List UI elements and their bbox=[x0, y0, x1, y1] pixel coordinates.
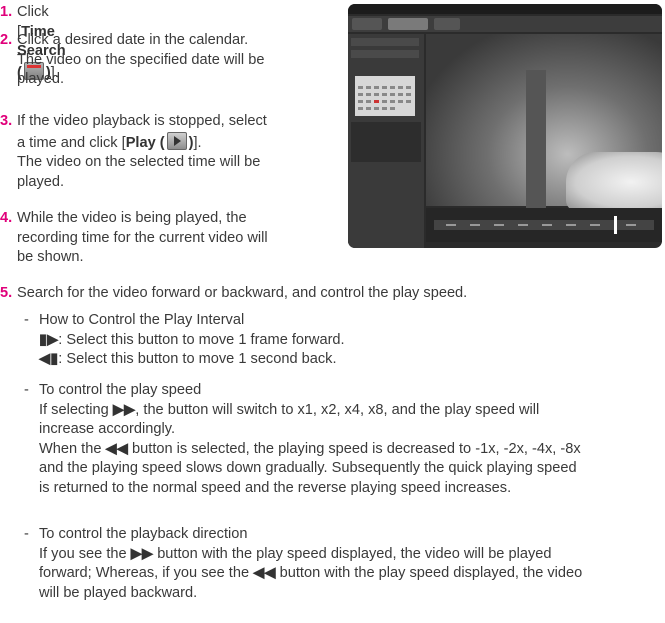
frame-forward-item: ▮▶: Select this button to move 1 frame f… bbox=[39, 331, 665, 351]
step-text: Click a desired date in the calendar. Th… bbox=[17, 32, 265, 87]
title-bar bbox=[348, 4, 662, 14]
menu-tabs bbox=[348, 16, 662, 32]
fast-forward-icon: ▶▶ bbox=[112, 401, 136, 418]
video-frame bbox=[426, 34, 662, 230]
frame-forward-icon: ▮▶ bbox=[39, 331, 59, 348]
time-search-panel bbox=[351, 50, 419, 58]
step-number: 3. bbox=[0, 113, 13, 129]
tab-monitoring bbox=[352, 18, 382, 30]
timeline-bar bbox=[426, 208, 662, 242]
second-back-item: ◀▮: Select this button to move 1 second … bbox=[39, 350, 665, 370]
timeline-cursor bbox=[614, 216, 617, 234]
step-text: While the video is being played, the rec… bbox=[17, 210, 268, 265]
step-number: 5. bbox=[0, 285, 13, 301]
step-text: If the video playback is stopped, select… bbox=[17, 113, 267, 190]
tab-setup bbox=[434, 18, 460, 30]
playback-screenshot bbox=[348, 4, 662, 248]
playback-controls bbox=[351, 122, 421, 162]
tab-playback bbox=[388, 18, 428, 30]
sub-title: To control the play speed bbox=[39, 382, 202, 398]
rewind-icon: ◀◀ bbox=[253, 565, 276, 581]
fast-forward-icon: ▶▶ bbox=[130, 545, 154, 562]
rewind-icon: ◀◀ bbox=[105, 440, 128, 457]
step-number: 2. bbox=[0, 32, 13, 48]
play-icon bbox=[166, 131, 187, 150]
event-search-panel bbox=[351, 38, 419, 46]
step-number: 4. bbox=[0, 210, 13, 226]
calendar-widget bbox=[355, 76, 415, 116]
car-image bbox=[566, 152, 662, 212]
step-number: 1. bbox=[0, 4, 13, 20]
step-text: Search for the video forward or backward… bbox=[17, 285, 468, 301]
sub-title: To control the playback direction bbox=[39, 526, 248, 542]
sub-title: How to Control the Play Interval bbox=[39, 312, 245, 328]
second-back-icon: ◀▮ bbox=[39, 351, 59, 367]
